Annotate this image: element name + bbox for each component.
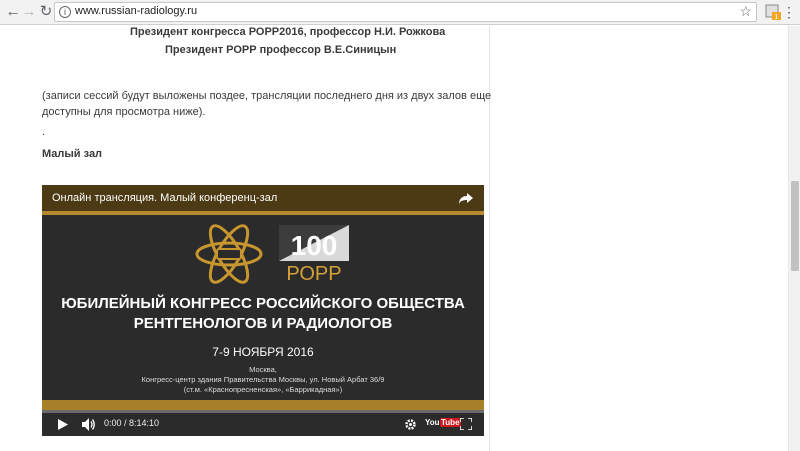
extension-icon[interactable]: 1	[765, 3, 781, 21]
scrollbar-thumb[interactable]	[791, 181, 799, 271]
poster-title-2: РЕНТГЕНОЛОГОВ И РАДИОЛОГОВ	[133, 315, 393, 332]
settings-gear-icon[interactable]	[404, 418, 417, 431]
share-icon[interactable]	[458, 190, 474, 206]
volume-icon[interactable]	[82, 418, 96, 431]
page-content: Президент конгресса РОРР2016, профессор …	[0, 26, 788, 451]
congress-president-line: Президент конгресса РОРР2016, профессор …	[130, 26, 446, 38]
logo-number: 100	[291, 230, 338, 261]
url-text[interactable]: www.russian-radiology.ru	[75, 5, 197, 17]
rorr-100-logo: 100 РОРР	[279, 225, 349, 283]
fullscreen-icon[interactable]	[460, 418, 472, 430]
browser-toolbar: ← → ↻ i www.russian-radiology.ru ☆ 1 ⋮	[0, 0, 800, 25]
video-title[interactable]: Онлайн трансляция. Малый конференц-зал	[52, 192, 277, 204]
poster-title-1: ЮБИЛЕЙНЫЙ КОНГРЕСС РОССИЙСКОГО ОБЩЕСТВА	[61, 295, 465, 312]
note-line-1: (записи сессий будут выложены поздее, тр…	[42, 90, 492, 102]
menu-kebab-icon[interactable]: ⋮	[782, 2, 796, 22]
bookmark-star-icon[interactable]: ☆	[739, 3, 752, 20]
video-player[interactable]: Онлайн трансляция. Малый конференц-зал 1…	[42, 185, 484, 436]
poster-address-2: Конгресс-центр здания Правительства Моск…	[141, 375, 385, 384]
forward-arrow-icon[interactable]: →	[20, 3, 38, 21]
atom-logo-icon	[195, 224, 263, 284]
poster-address-3: (ст.м. «Краснопресненская», «Баррикадная…	[183, 385, 343, 394]
video-poster[interactable]: 100 РОРР ЮБИЛЕЙНЫЙ КОНГРЕСС РОССИЙСКОГО …	[42, 215, 484, 405]
address-bar[interactable]: i www.russian-radiology.ru ☆	[54, 2, 757, 22]
player-title-bar: Онлайн трансляция. Малый конференц-зал	[42, 185, 484, 211]
extension-badge: 1	[775, 14, 779, 21]
society-president-line: Президент РОРР профессор В.Е.Синицын	[165, 44, 397, 56]
play-icon[interactable]	[58, 419, 68, 430]
note-line-2: доступны для просмотра ниже).	[42, 106, 206, 118]
dot-text: .	[42, 126, 46, 138]
sidebar-column	[491, 26, 788, 451]
poster-address-1: Москва,	[249, 365, 277, 374]
poster-dates: 7-9 НОЯБРЯ 2016	[212, 345, 314, 359]
main-column: Президент конгресса РОРР2016, профессор …	[0, 26, 492, 451]
logo-text: РОРР	[286, 263, 341, 283]
time-display: 0:00 / 8:14:10	[104, 418, 160, 428]
gold-band-bottom	[42, 400, 484, 410]
info-icon[interactable]: i	[59, 6, 71, 18]
reload-icon[interactable]: ↻	[37, 3, 55, 21]
youtube-logo[interactable]: You Tube	[425, 418, 461, 431]
player-controls: 0:00 / 8:14:10 You Tube	[42, 413, 484, 436]
page-scrollbar[interactable]	[788, 26, 800, 451]
section-heading: Малый зал	[42, 148, 103, 160]
